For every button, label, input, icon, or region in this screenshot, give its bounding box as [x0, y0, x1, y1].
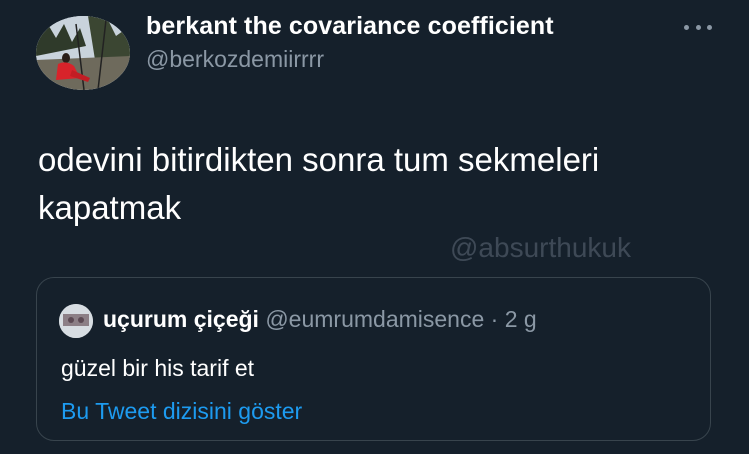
tweet: berkant the covariance coefficient @berk… [0, 0, 749, 454]
quoted-author-name[interactable]: uçurum çiçeği [103, 306, 259, 332]
quoted-author-avatar[interactable] [59, 304, 93, 338]
quoted-tweet-card[interactable]: uçurum çiçeği @eumrumdamisence · 2 g güz… [36, 277, 711, 441]
quoted-tweet-text: güzel bir his tarif et [61, 355, 255, 381]
more-horizontal-icon[interactable] [684, 22, 712, 32]
more-dot [707, 24, 712, 30]
more-dot [695, 24, 701, 30]
author-avatar[interactable] [36, 16, 130, 90]
quoted-tweet-header: uçurum çiçeği @eumrumdamisence · 2 g [103, 306, 537, 333]
show-thread-link[interactable]: Bu Tweet dizisini göster [61, 398, 302, 425]
quoted-author-meta: @eumrumdamisence · 2 g [265, 306, 537, 332]
more-dot [684, 24, 689, 30]
watermark: @absurthukuk [450, 232, 631, 263]
tweet-text: odevini bitirdikten sonra tum sekmeleri … [38, 141, 600, 226]
author-handle[interactable]: @berkozdemiirrrr [146, 46, 324, 73]
author-name[interactable]: berkant the covariance coefficient [146, 12, 554, 41]
